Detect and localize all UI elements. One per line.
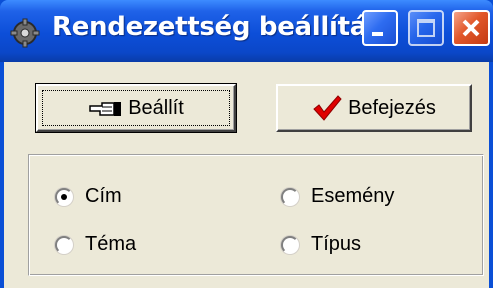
window-title: Rendezettség beállítá...	[52, 12, 396, 42]
set-button[interactable]: Beállít	[35, 83, 237, 133]
maximize-button[interactable]	[408, 10, 444, 46]
dialog-window: Rendezettség beállítá... Beállít Befejez…	[0, 0, 493, 288]
radio-type[interactable]: Típus	[281, 233, 361, 256]
done-button-label: Befejezés	[348, 96, 436, 119]
radio-dot-checked[interactable]	[55, 187, 73, 206]
radio-title[interactable]: Cím	[55, 185, 122, 208]
radio-topic[interactable]: Téma	[55, 233, 136, 256]
radio-dot[interactable]	[281, 187, 299, 206]
radio-type-label: Típus	[311, 233, 362, 255]
done-button[interactable]: Befejezés	[276, 84, 472, 132]
maximize-icon	[417, 19, 435, 37]
gear-icon[interactable]	[10, 18, 40, 48]
radio-topic-label: Téma	[85, 233, 137, 255]
radio-event[interactable]: Esemény	[281, 185, 394, 208]
checkmark-icon	[313, 95, 342, 121]
minimize-button[interactable]	[362, 10, 398, 46]
close-icon	[462, 19, 480, 37]
set-button-label: Beállít	[128, 96, 184, 119]
dialog-body: Beállít Befejezés Cím Esemény Téma Típus	[4, 62, 489, 288]
pointing-hand-icon	[89, 102, 122, 116]
minimize-icon	[372, 32, 383, 36]
radio-title-label: Cím	[85, 185, 122, 207]
sort-options-group: Cím Esemény Téma Típus	[28, 154, 484, 276]
radio-dot[interactable]	[55, 235, 73, 254]
radio-event-label: Esemény	[311, 185, 395, 207]
radio-dot[interactable]	[281, 235, 299, 254]
close-button[interactable]	[452, 10, 490, 46]
title-bar[interactable]: Rendezettség beállítá...	[0, 0, 493, 62]
